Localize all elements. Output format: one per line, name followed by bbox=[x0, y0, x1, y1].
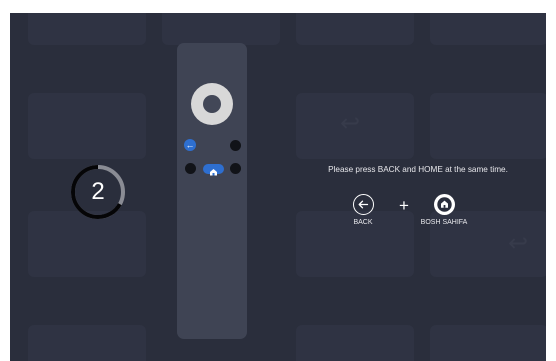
home-icon bbox=[433, 194, 455, 215]
countdown-timer: 2 bbox=[69, 163, 127, 221]
background-tile bbox=[28, 13, 146, 45]
remote-illustration: ← bbox=[177, 43, 247, 339]
background-tile bbox=[28, 325, 146, 361]
remote-home-key bbox=[203, 164, 224, 176]
home-key-label: BOSH SAHIFA bbox=[420, 219, 468, 226]
instruction-text: Please press BACK and HOME at the same t… bbox=[328, 165, 508, 174]
back-key-hint: BACK bbox=[333, 194, 393, 226]
remote-button bbox=[230, 163, 241, 174]
remote-button bbox=[185, 163, 196, 174]
remote-back-key: ← bbox=[184, 139, 196, 151]
background-tile bbox=[430, 325, 546, 361]
arrow-left-icon bbox=[352, 194, 374, 215]
home-icon bbox=[210, 169, 217, 176]
pairing-screen: ↩ ↩ 2 ← Please press BACK and HOME at th… bbox=[10, 13, 546, 361]
dpad-center bbox=[203, 95, 221, 113]
background-tile bbox=[162, 13, 280, 45]
remote-button bbox=[230, 140, 241, 151]
background-tile bbox=[296, 13, 414, 45]
background-tile bbox=[430, 93, 546, 159]
background-tile bbox=[296, 325, 414, 361]
countdown-number: 2 bbox=[91, 178, 105, 205]
back-key-label: BACK bbox=[353, 219, 373, 226]
background-arrow-icon: ↩ bbox=[508, 230, 529, 257]
plus-sign: + bbox=[399, 196, 409, 215]
home-key-hint: BOSH SAHIFA bbox=[414, 194, 474, 226]
background-tile bbox=[430, 13, 546, 45]
background-tile bbox=[28, 93, 146, 159]
dpad-ring bbox=[191, 83, 233, 125]
background-arrow-icon: ↩ bbox=[340, 110, 361, 137]
